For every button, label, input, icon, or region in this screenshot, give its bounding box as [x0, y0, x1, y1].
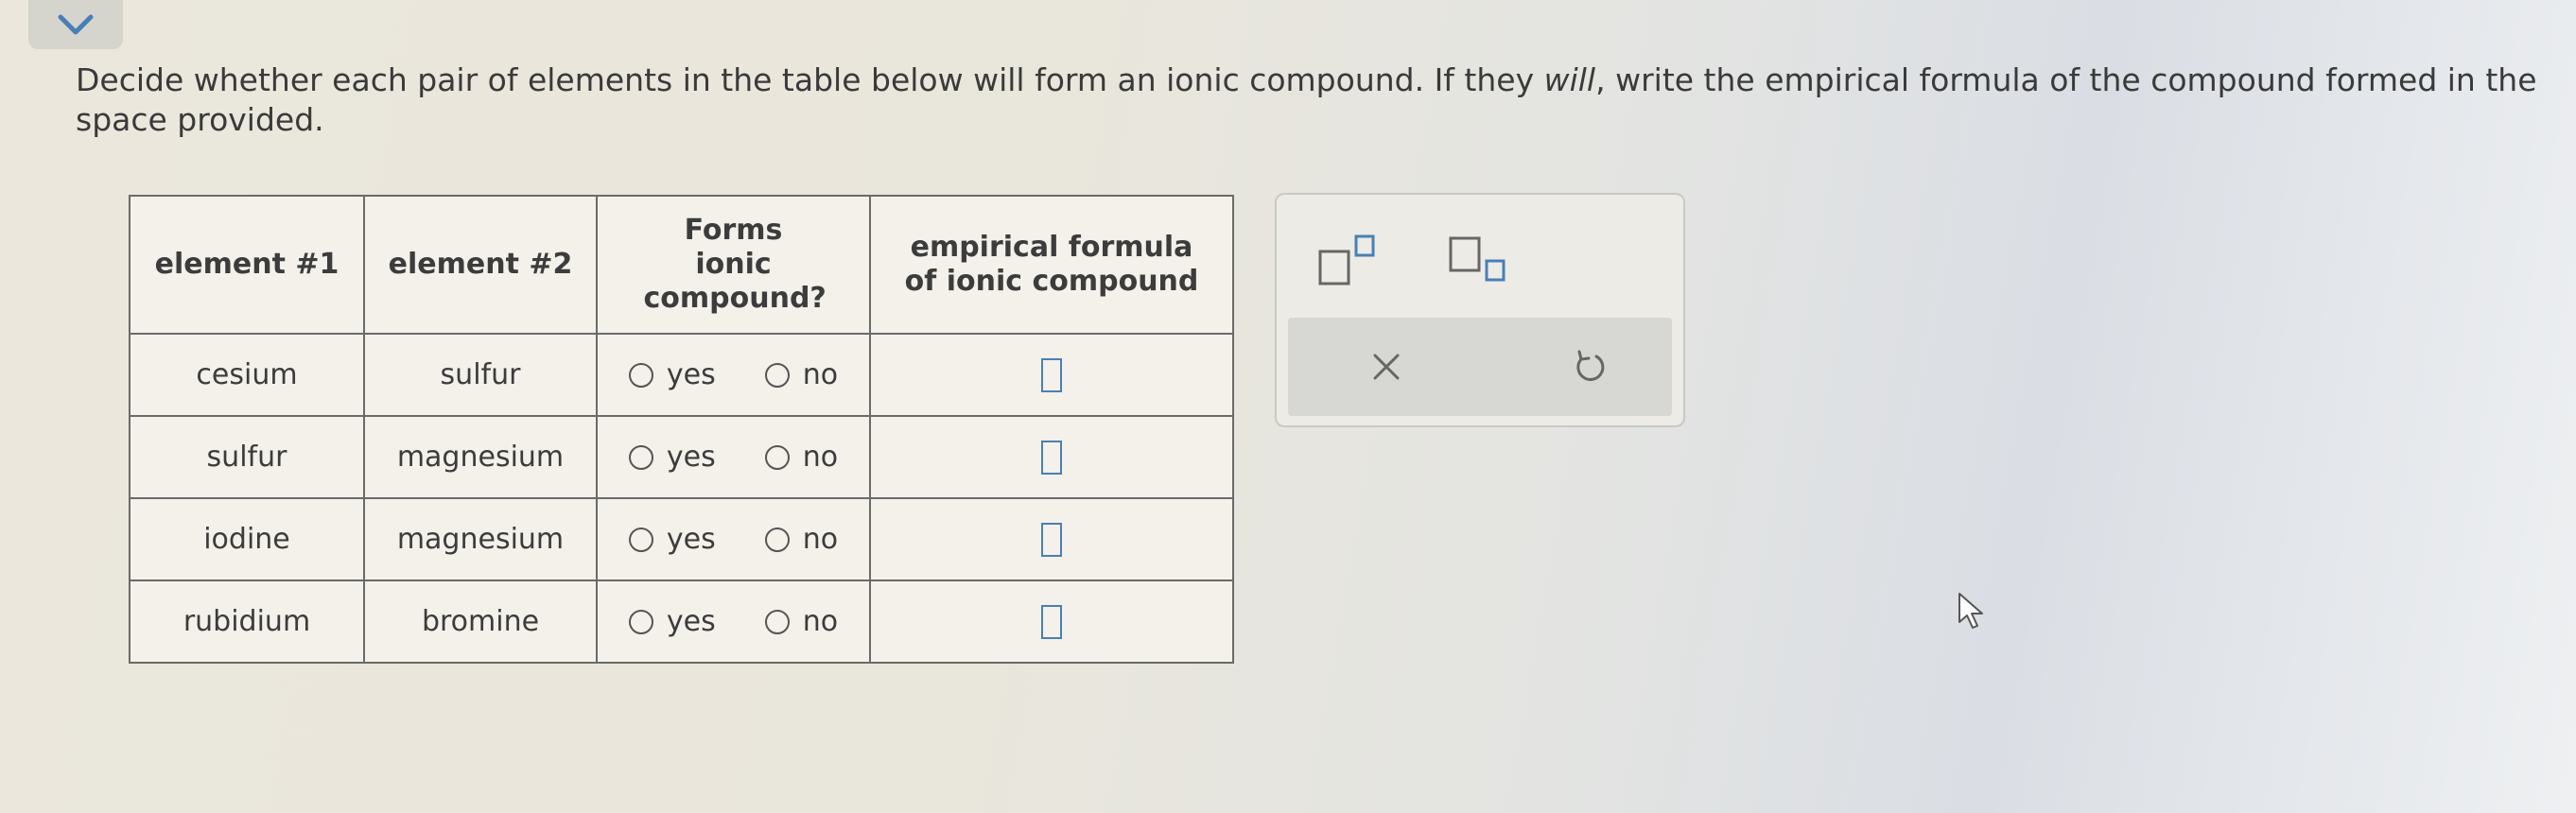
header-element-2: element #2: [363, 195, 598, 335]
row-3-no-radio[interactable]: no: [764, 523, 839, 556]
row-3-no-label: no: [802, 523, 839, 556]
row-2-forms-ionic: yes no: [596, 415, 871, 499]
row-1-yes-radio[interactable]: yes: [628, 358, 716, 391]
row-2-no-label: no: [802, 441, 839, 474]
header-element-1: element #1: [129, 195, 365, 335]
tool-action-bar: [1288, 318, 1672, 416]
radio-circle-icon: [764, 362, 790, 388]
radio-circle-icon: [628, 609, 653, 634]
subscript-button[interactable]: [1447, 233, 1513, 289]
table-row: iodine magnesium yes no: [129, 497, 1234, 581]
elements-table: element #1 element #2 Forms ionic compou…: [129, 195, 1234, 664]
row-4-formula-input[interactable]: [1041, 604, 1062, 639]
row-4-yes-radio[interactable]: yes: [628, 605, 716, 638]
row-2-yes-radio[interactable]: yes: [628, 441, 716, 474]
instructions-emphasis: will: [1543, 61, 1596, 98]
row-4-no-label: no: [802, 605, 839, 638]
row-4-formula-cell: [869, 579, 1234, 664]
radio-circle-icon: [764, 444, 790, 470]
header-forms-ionic-label: Forms ionic compound?: [643, 214, 827, 315]
row-3-element-2: magnesium: [363, 497, 598, 581]
header-forms-ionic: Forms ionic compound?: [596, 195, 871, 335]
superscript-icon: [1318, 234, 1375, 285]
row-2-element-1: sulfur: [129, 415, 365, 499]
collapse-toggle[interactable]: [28, 0, 123, 49]
formula-tools-panel: [1275, 193, 1685, 427]
subscript-icon: [1449, 236, 1506, 282]
row-2-formula-input[interactable]: [1041, 440, 1062, 475]
row-1-no-radio[interactable]: no: [764, 358, 839, 391]
radio-circle-icon: [764, 527, 790, 552]
undo-button[interactable]: [1570, 348, 1608, 386]
row-1-formula-input[interactable]: [1041, 357, 1062, 392]
row-3-forms-ionic: yes no: [596, 497, 871, 581]
row-2-no-radio[interactable]: no: [764, 441, 839, 474]
superscript-button[interactable]: [1316, 233, 1383, 289]
instructions-text: Decide whether each pair of elements in …: [76, 61, 2572, 140]
undo-icon: [1576, 350, 1605, 381]
chevron-down-icon: [58, 14, 94, 35]
radio-circle-icon: [628, 362, 653, 388]
table-row: sulfur magnesium yes no: [129, 415, 1234, 499]
row-2-element-2: magnesium: [363, 415, 598, 499]
mouse-cursor-icon: [1958, 593, 1983, 629]
table-row: cesium sulfur yes no: [129, 333, 1234, 417]
row-4-element-1: rubidium: [129, 579, 365, 664]
row-1-element-1: cesium: [129, 333, 365, 417]
row-2-yes-label: yes: [666, 441, 716, 474]
row-3-yes-label: yes: [666, 523, 716, 556]
row-4-yes-label: yes: [666, 605, 716, 638]
radio-circle-icon: [628, 527, 653, 552]
header-empirical-formula: empirical formula of ionic compound: [869, 195, 1234, 335]
header-empirical-formula-label: empirical formula of ionic compound: [904, 231, 1199, 298]
radio-circle-icon: [628, 444, 653, 470]
radio-circle-icon: [764, 609, 790, 634]
table-header-row: element #1 element #2 Forms ionic compou…: [129, 195, 1234, 335]
row-3-yes-radio[interactable]: yes: [628, 523, 716, 556]
row-4-no-radio[interactable]: no: [764, 605, 839, 638]
row-1-forms-ionic: yes no: [596, 333, 871, 417]
row-3-formula-cell: [869, 497, 1234, 581]
row-1-yes-label: yes: [666, 358, 716, 391]
row-4-forms-ionic: yes no: [596, 579, 871, 664]
row-3-element-1: iodine: [129, 497, 365, 581]
row-1-element-2: sulfur: [363, 333, 598, 417]
row-2-formula-cell: [869, 415, 1234, 499]
clear-button[interactable]: [1367, 348, 1405, 386]
row-4-element-2: bromine: [363, 579, 598, 664]
row-3-formula-input[interactable]: [1041, 522, 1062, 557]
row-1-no-label: no: [802, 358, 839, 391]
table-row: rubidium bromine yes no: [129, 579, 1234, 664]
instructions-part1: Decide whether each pair of elements in …: [76, 61, 1544, 98]
close-icon: [1373, 354, 1400, 380]
row-1-formula-cell: [869, 333, 1234, 417]
